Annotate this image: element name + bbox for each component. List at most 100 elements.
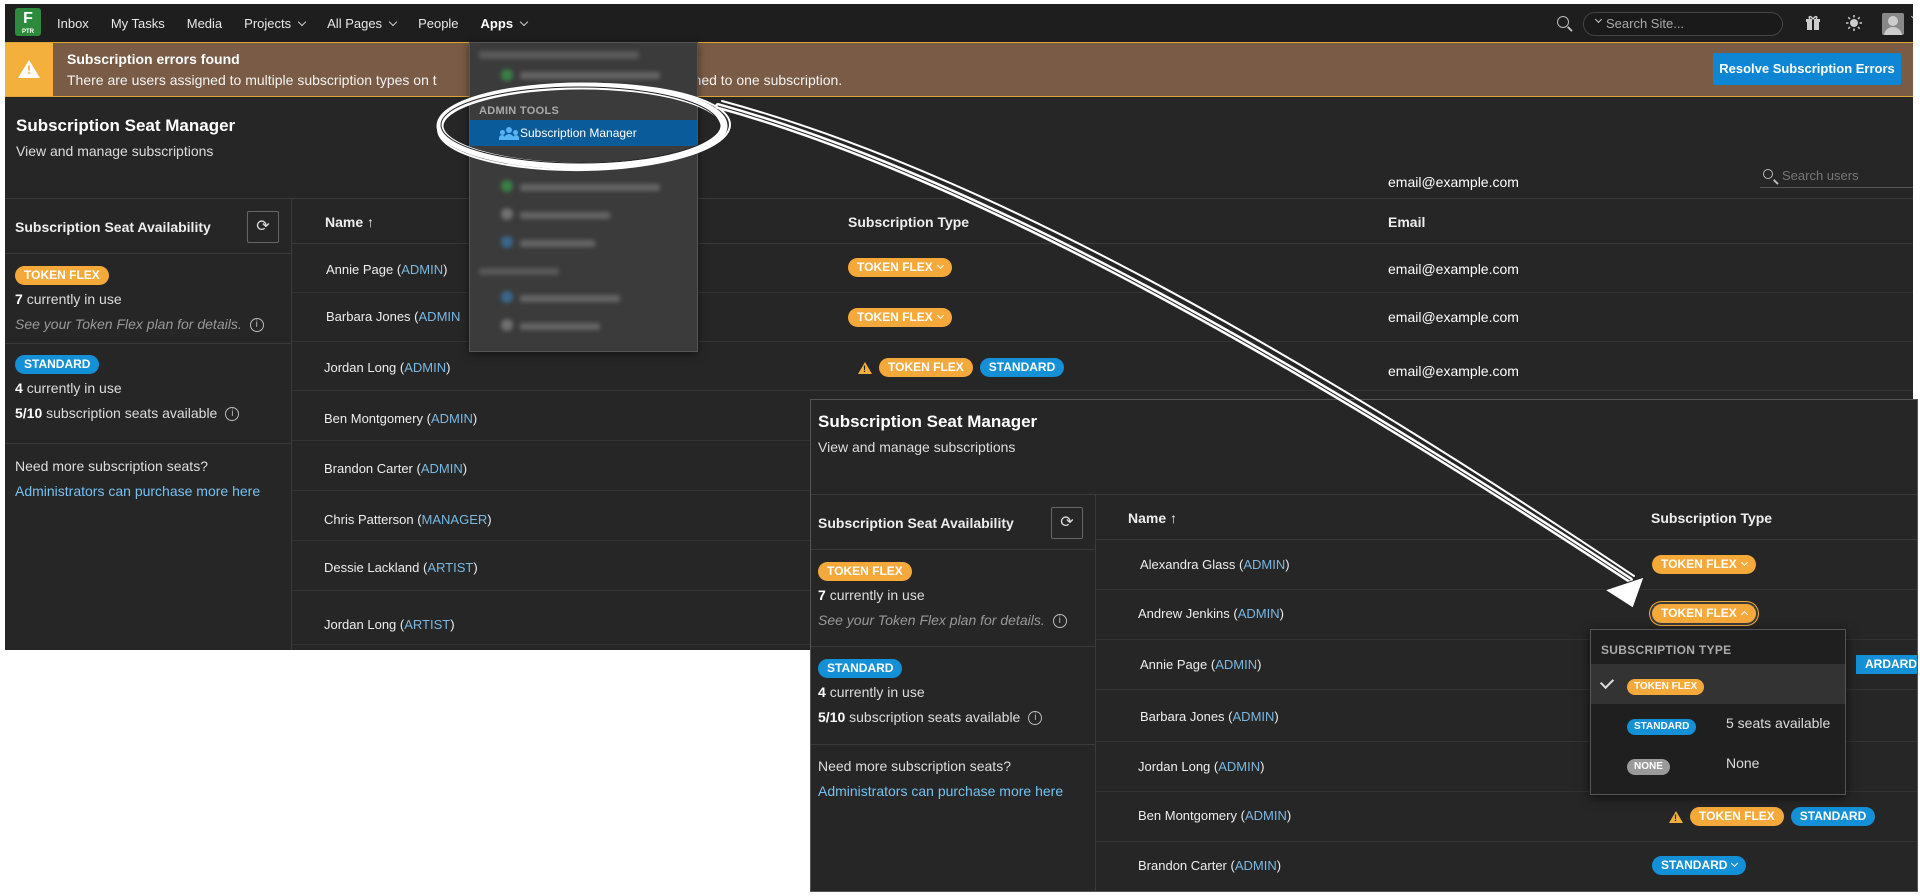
subscription-dropdown[interactable]: TOKEN FLEX: [848, 308, 952, 327]
standard-badge: STANDARD: [1627, 719, 1697, 735]
column-name[interactable]: Name ↑: [325, 214, 374, 230]
apps-menu: ADMIN TOOLS Subscription Manager: [469, 42, 698, 352]
page-subtitle: View and manage subscriptions: [818, 439, 1016, 455]
user-name: Ben Montgomery (ADMIN): [1138, 808, 1292, 823]
purchase-link[interactable]: Administrators can purchase more here: [818, 783, 1063, 799]
standard-usage: 4 currently in use: [818, 684, 925, 700]
search-site-input[interactable]: Search Site...: [1583, 12, 1783, 36]
nav-media[interactable]: Media: [187, 16, 222, 31]
page-subtitle: View and manage subscriptions: [16, 143, 214, 159]
subscription-dropdown-open[interactable]: TOKEN FLEX: [1652, 604, 1756, 623]
nav-my-tasks[interactable]: My Tasks: [111, 16, 165, 31]
nav-all-pages[interactable]: All Pages: [327, 16, 398, 31]
chevron-down-icon: [936, 262, 944, 270]
gift-icon[interactable]: [1805, 15, 1821, 31]
error-banner: Subscription errors found There are user…: [5, 42, 1913, 97]
user-name: Dessie Lackland (ARTIST): [324, 560, 478, 575]
user-name: Barbara Jones (ADMIN: [326, 309, 461, 324]
token-flex-badge: TOKEN FLEX: [1627, 679, 1705, 695]
email-value: email@example.com: [1388, 174, 1519, 190]
main-nav: Inbox My Tasks Media Projects All Pages …: [57, 4, 549, 42]
token-flex-note: See your Token Flex plan for details. i: [15, 316, 264, 333]
popup-heading: SUBSCRIPTION TYPE: [1601, 643, 1732, 657]
seat-availability-sidebar: Subscription Seat Availability ⟳ TOKEN F…: [811, 494, 1096, 891]
purchase-link[interactable]: Administrators can purchase more here: [15, 483, 260, 499]
check-icon: [1599, 674, 1615, 690]
page-title: Subscription Seat Manager: [818, 412, 1038, 431]
need-more-text: Need more subscription seats?: [15, 458, 208, 474]
token-flex-note: See your Token Flex plan for details. i: [818, 612, 1067, 629]
standard-badge: STANDARD: [15, 355, 100, 374]
user-email: email@example.com: [1388, 261, 1519, 277]
subscription-type-popup: SUBSCRIPTION TYPE TOKEN FLEX STANDARD 5 …: [1590, 629, 1846, 795]
refresh-icon: ⟳: [256, 218, 270, 235]
user-name: Ben Montgomery (ADMIN): [324, 411, 478, 426]
info-icon[interactable]: i: [1052, 614, 1067, 629]
nav-people[interactable]: People: [418, 16, 458, 31]
option-token-flex[interactable]: TOKEN FLEX: [1591, 664, 1845, 704]
standard-availability: 5/10 subscription seats available i: [818, 709, 1043, 726]
token-flex-usage: 7 currently in use: [15, 291, 122, 307]
user-name: Annie Page (ADMIN): [326, 262, 448, 277]
user-email: email@example.com: [1388, 363, 1519, 379]
chevron-down-icon: [388, 17, 398, 26]
chevron-down-icon: [519, 17, 529, 26]
search-users-input[interactable]: Search users: [1760, 166, 1913, 188]
search-icon: [1763, 169, 1773, 179]
refresh-icon: ⟳: [1060, 514, 1074, 531]
option-standard[interactable]: STANDARD 5 seats available: [1591, 704, 1845, 744]
inset-window: Subscription Seat Manager View and manag…: [810, 399, 1918, 892]
warning-icon: [1669, 810, 1683, 823]
token-flex-badge[interactable]: TOKEN FLEX: [879, 358, 973, 377]
warning-icon: [5, 43, 53, 96]
info-icon[interactable]: i: [249, 318, 264, 333]
search-icon[interactable]: [1557, 16, 1569, 28]
table-row[interactable]: Alexandra Glass (ADMIN) TOKEN FLEX: [1096, 540, 1917, 590]
nav-projects[interactable]: Projects: [244, 16, 307, 31]
user-name: Jordan Long (ARTIST): [324, 617, 455, 632]
app-logo[interactable]: F PTR: [15, 8, 41, 36]
token-flex-badge: TOKEN FLEX: [818, 562, 912, 581]
option-label: 5 seats available: [1726, 715, 1831, 731]
chevron-down-icon: [297, 17, 307, 26]
user-name: Alexandra Glass (ADMIN): [1140, 557, 1290, 572]
resolve-errors-button[interactable]: Resolve Subscription Errors: [1713, 53, 1901, 85]
subscription-dropdown[interactable]: TOKEN FLEX: [1652, 555, 1756, 574]
nav-inbox[interactable]: Inbox: [57, 16, 89, 31]
chevron-down-icon[interactable]: [1910, 12, 1913, 21]
table-row[interactable]: Ben Montgomery (ADMIN) TOKEN FLEX STANDAR…: [1096, 792, 1917, 842]
chevron-down-icon: [1740, 559, 1748, 567]
subscription-dropdown[interactable]: TOKEN FLEX: [848, 258, 952, 277]
sidebar-title: Subscription Seat Availability: [818, 515, 1014, 531]
subscription-dropdown[interactable]: STANDARD: [1652, 856, 1747, 875]
table-header: Name ↑ Subscription Type: [1096, 495, 1917, 540]
user-email: email@example.com: [1388, 309, 1519, 325]
chevron-down-icon: [936, 312, 944, 320]
column-subscription-type[interactable]: Subscription Type: [1651, 510, 1772, 526]
user-name: Barbara Jones (ADMIN): [1140, 709, 1279, 724]
avatar[interactable]: [1882, 13, 1904, 35]
user-name: Brandon Carter (ADMIN): [324, 461, 468, 476]
user-name: Jordan Long (ADMIN): [324, 360, 451, 375]
refresh-button[interactable]: ⟳: [1051, 507, 1083, 539]
banner-text: There are users assigned to multiple sub…: [67, 72, 843, 88]
user-name: Annie Page (ADMIN): [1140, 657, 1262, 672]
info-icon[interactable]: i: [225, 407, 240, 422]
brightness-icon[interactable]: [1846, 15, 1862, 31]
top-navigation-bar: F PTR Inbox My Tasks Media Projects All P…: [5, 4, 1913, 42]
nav-apps[interactable]: Apps: [481, 16, 529, 31]
column-name[interactable]: Name ↑: [1128, 510, 1177, 526]
standard-badge[interactable]: ARDARD: [1856, 655, 1917, 674]
standard-badge[interactable]: STANDARD: [1790, 807, 1876, 826]
refresh-button[interactable]: ⟳: [247, 211, 279, 243]
standard-badge[interactable]: STANDARD: [979, 358, 1065, 377]
table-row[interactable]: Brandon Carter (ADMIN) STANDARD: [1096, 842, 1917, 891]
token-flex-badge[interactable]: TOKEN FLEX: [1690, 807, 1784, 826]
column-subscription-type[interactable]: Subscription Type: [848, 214, 969, 230]
column-email[interactable]: Email: [1388, 214, 1425, 230]
none-badge: NONE: [1627, 759, 1670, 775]
token-flex-badge: TOKEN FLEX: [15, 266, 109, 285]
info-icon[interactable]: i: [1028, 711, 1043, 726]
option-none[interactable]: NONE None: [1591, 744, 1845, 784]
user-name: Brandon Carter (ADMIN): [1138, 858, 1282, 873]
